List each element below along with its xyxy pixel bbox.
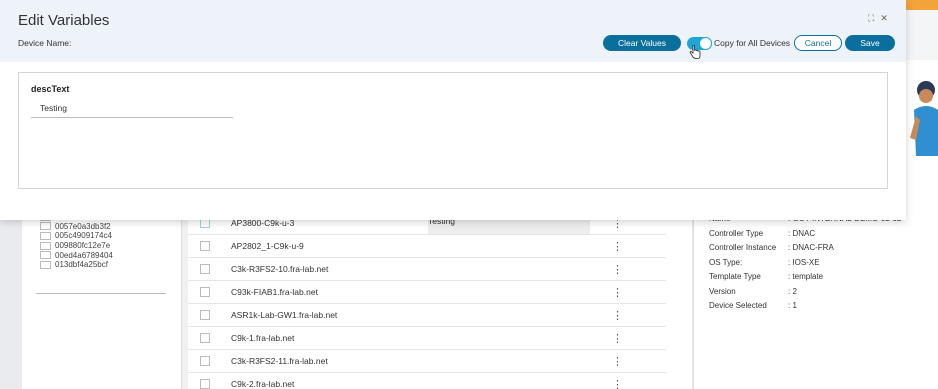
row-menu-icon[interactable]: ⋮ (612, 309, 623, 322)
row-menu-icon[interactable]: ⋮ (612, 332, 623, 345)
row-checkbox[interactable] (200, 287, 210, 297)
modal-title: Edit Variables (18, 12, 110, 29)
list-item[interactable]: 0057e0a3db3f2 (40, 222, 166, 232)
list-item[interactable]: 00ed4a6789404 (40, 250, 166, 260)
device-id: 00ed4a6789404 (55, 250, 113, 260)
property-value: : DNAC-FRA (788, 243, 834, 252)
property-value: : DNAC (788, 228, 816, 238)
close-icon[interactable]: ✕ (880, 13, 888, 24)
table-row[interactable]: C3k-R3FS2-11.fra-lab.net ⋮ (188, 350, 666, 373)
device-id-list: 00533041b50c 0057e0a3db3f2 005c4909174c4… (40, 212, 166, 270)
expand-icon[interactable]: ⛶ (868, 13, 874, 24)
table-row[interactable]: AP2802_1-C9k-u-9 ⋮ (188, 235, 666, 258)
row-menu-icon[interactable]: ⋮ (612, 286, 623, 299)
row-menu-icon[interactable]: ⋮ (612, 263, 623, 276)
hostname-cell: ASR1k-Lab-GW1.fra-lab.net (231, 310, 338, 320)
device-id: 005c4909174c4 (55, 231, 112, 241)
variable-label: descText (31, 84, 70, 94)
row-checkbox[interactable] (200, 264, 210, 274)
hostname-cell: C9k-1.fra-lab.net (231, 333, 295, 343)
row-checkbox[interactable] (40, 222, 51, 231)
device-id: 0057e0a3db3f2 (55, 221, 111, 231)
copy-all-devices-label: Copy for All Devices (714, 38, 791, 48)
property-key: Controller Type (709, 228, 764, 238)
app-accent-strip (906, 0, 938, 10)
row-checkbox[interactable] (40, 241, 51, 250)
table-row[interactable]: C9k-2.fra-lab.net ⋮ (188, 373, 666, 389)
table-row[interactable]: C9k-1.fra-lab.net ⋮ (188, 327, 666, 350)
row-checkbox[interactable] (40, 251, 51, 260)
person-illustration (910, 81, 938, 156)
hostname-cell: AP2802_1-C9k-u-9 (231, 241, 304, 251)
property-key: Device Selected (709, 301, 767, 310)
property-value: : 2 (788, 286, 797, 296)
table-row[interactable]: ASR1k-Lab-GW1.fra-lab.net ⋮ (188, 304, 666, 327)
property-value: : 1 (788, 301, 797, 310)
modal-header: Edit Variables Device Name: ⛶ ✕ Clear Va… (0, 0, 906, 62)
row-menu-icon[interactable]: ⋮ (612, 378, 623, 389)
hand-cursor-icon (689, 45, 701, 59)
list-divider (36, 293, 166, 294)
row-checkbox[interactable] (200, 310, 210, 320)
row-menu-icon[interactable]: ⋮ (612, 240, 623, 253)
property-key: OS Type: (709, 257, 743, 267)
list-item[interactable]: 005c4909174c4 (40, 231, 166, 241)
save-button[interactable]: Save (845, 35, 895, 51)
row-checkbox[interactable] (200, 356, 210, 366)
device-id: 009880fc12e7e (55, 241, 111, 251)
row-checkbox[interactable] (40, 260, 51, 269)
row-checkbox[interactable] (200, 333, 210, 343)
hostname-cell: C3k-R3FS2-11.fra-lab.net (231, 356, 328, 366)
device-rows: AP3800-C9k-u-3 Testing ⋮ AP2802_1-C9k-u-… (188, 212, 666, 389)
table-row[interactable]: C3k-R3FS2-10.fra-lab.net ⋮ (188, 258, 666, 281)
variables-panel: descText (18, 72, 888, 189)
hostname-cell: C93k-FIAB1.fra-lab.net (231, 287, 318, 297)
clear-values-button[interactable]: Clear Values (603, 35, 681, 51)
device-name-label: Device Name: (18, 38, 72, 48)
row-checkbox[interactable] (200, 379, 210, 389)
property-key: Version (709, 286, 736, 296)
row-menu-icon[interactable]: ⋮ (612, 355, 623, 368)
desctext-input[interactable] (31, 99, 233, 118)
edit-variables-modal: Edit Variables Device Name: ⛶ ✕ Clear Va… (0, 0, 906, 220)
table-row[interactable]: C93k-FIAB1.fra-lab.net ⋮ (188, 281, 666, 304)
cancel-button[interactable]: Cancel (794, 35, 842, 51)
modal-window-controls: ⛶ ✕ (868, 13, 888, 24)
device-id: 013dbf4a25bcf (55, 260, 108, 270)
list-item[interactable]: 009880fc12e7e (40, 241, 166, 251)
row-checkbox[interactable] (200, 241, 210, 251)
list-item[interactable]: 013dbf4a25bcf (40, 260, 166, 270)
property-value: : template (788, 272, 824, 281)
property-key: Controller Instance (709, 243, 777, 252)
row-checkbox[interactable] (40, 231, 51, 240)
hostname-cell: C3k-R3FS2-10.fra-lab.net (231, 264, 329, 274)
hostname-cell: C9k-2.fra-lab.net (231, 379, 295, 389)
property-value: : IOS-XE (788, 257, 820, 267)
property-key: Template Type (709, 272, 761, 281)
